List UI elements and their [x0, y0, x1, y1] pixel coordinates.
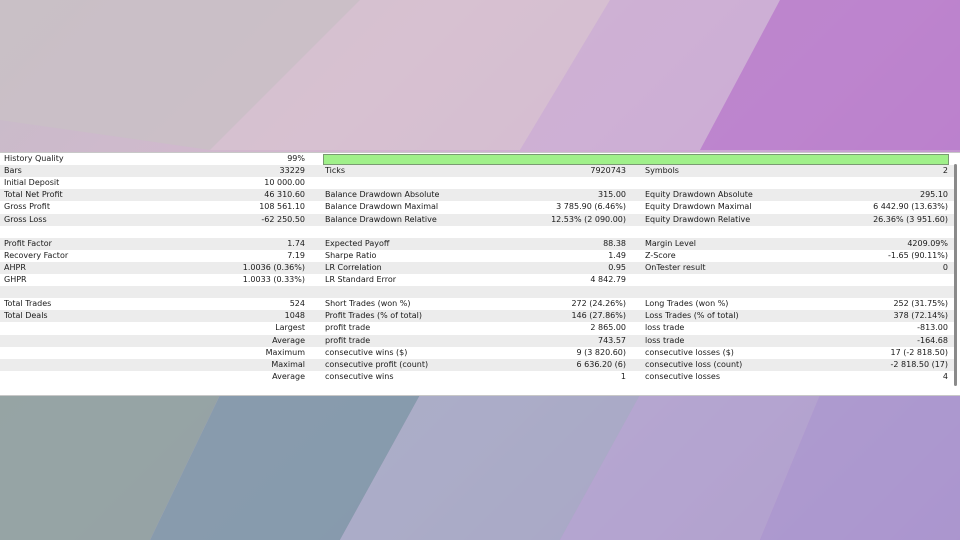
stat-value: 1 — [620, 371, 626, 381]
stat-value: 12.53% (2 090.00) — [551, 214, 626, 224]
report-row: GHPR 1.0033 (0.33%) LR Standard Error 4 842… — [0, 274, 954, 286]
report-row: Bars 33229 Ticks 7920743 Symbols 2 — [0, 165, 954, 178]
report-row: Maximal consecutive profit (count) 6 636.2… — [0, 358, 954, 371]
report-scrollbar[interactable] — [954, 164, 957, 386]
stat-value: 4 842.79 — [590, 275, 626, 284]
report-row: Recovery Factor 7.19 Sharpe Ratio 1.49 Z-Sco… — [0, 250, 954, 262]
stat-value: 2 — [942, 166, 948, 176]
report-row — [0, 286, 954, 299]
stat-value: 1.0033 (0.33%) — [242, 275, 305, 284]
stat-label: GHPR — [4, 275, 27, 284]
stat-label: Bars — [4, 166, 22, 176]
stat-value: 4 — [942, 371, 948, 381]
stat-label: Recovery Factor — [4, 250, 69, 260]
stat-value: -164.68 — [917, 335, 948, 345]
stat-value: 1.49 — [608, 250, 626, 260]
stat-value: 33229 — [279, 166, 305, 176]
report-row: Maximum consecutive wins ($) 9 (3 820.60) c… — [0, 347, 954, 359]
stat-label: Total Deals — [4, 311, 48, 321]
stat-value: 743.57 — [598, 335, 626, 345]
stat-value: Maximum — [265, 347, 305, 357]
stat-label: Profit Factor — [4, 238, 52, 248]
stat-value: 295.10 — [920, 190, 948, 200]
stat-value: 2 865.00 — [590, 323, 626, 333]
stat-value: -1.65 (90.11%) — [888, 250, 948, 260]
stat-value: 26.36% (3 951.60) — [873, 214, 948, 224]
stat-value: 315.00 — [598, 190, 626, 200]
strategy-tester-report: History Quality 99% Bars 33229 Ticks 7920743 S… — [0, 152, 960, 396]
stat-value: 6 442.90 (13.63%) — [873, 202, 948, 212]
report-row: Initial Deposit 10 000.00 — [0, 177, 954, 189]
stat-label: Gross Profit — [4, 202, 50, 212]
stat-value: 3 785.90 (6.46%) — [556, 202, 626, 212]
stat-value: 9 (3 820.60) — [576, 347, 627, 357]
report-row: AHPR 1.0036 (0.36%) LR Correlation 0.95 OnTe… — [0, 261, 954, 274]
stat-value: 524 — [289, 299, 305, 309]
stat-value: Maximal — [271, 359, 305, 369]
report-row: Average consecutive wins 1 consecutive loss… — [0, 371, 954, 383]
report-row: History Quality 99% — [0, 153, 954, 165]
stat-value: 99% — [287, 154, 305, 163]
stat-label: History Quality — [4, 154, 64, 163]
stat-value: -62 250.50 — [261, 214, 305, 224]
stat-value: 108 561.10 — [259, 202, 305, 212]
report-row — [0, 226, 954, 238]
report-row: Total Deals 1048 Profit Trades (% of total… — [0, 310, 954, 323]
stat-value: 252 (31.75%) — [893, 299, 948, 309]
stat-value: 88.38 — [603, 238, 626, 248]
report-row: Gross Loss -62 250.50 Balance Drawdown Rel… — [0, 213, 954, 226]
stat-value: 7.19 — [287, 250, 305, 260]
stat-value: -2 818.50 (17) — [890, 359, 948, 369]
stat-value: 17 (-2 818.50) — [890, 347, 948, 357]
stat-label: Initial Deposit — [4, 178, 60, 188]
stat-value: 0 — [942, 262, 948, 272]
report-row: Largest profit trade 2 865.00 loss trade -81… — [0, 322, 954, 334]
stat-value: 1048 — [284, 311, 305, 321]
stat-value: 378 (72.14%) — [893, 311, 948, 321]
stat-value: 272 (24.26%) — [571, 299, 626, 309]
stat-value: 7920743 — [590, 166, 626, 176]
stat-value: 0.95 — [608, 262, 626, 272]
report-row: Total Trades 524 Short Trades (won %) 272 (… — [0, 298, 954, 310]
stat-label: Total Net Profit — [4, 190, 63, 200]
stat-value: 146 (27.86%) — [571, 311, 626, 321]
stat-value: Largest — [275, 323, 305, 333]
stat-value: 1.0036 (0.36%) — [242, 262, 305, 272]
stat-value: -813.00 — [917, 323, 948, 333]
report-row: Gross Profit 108 561.10 Balance Drawdown M… — [0, 201, 954, 213]
stat-value: Average — [272, 335, 305, 345]
stat-value: 46 310.60 — [264, 190, 305, 200]
report-row: Average profit trade 743.57 loss trade -164.… — [0, 334, 954, 347]
stat-label: Total Trades — [4, 299, 52, 309]
stat-label: Gross Loss — [4, 214, 47, 224]
stat-label: AHPR — [4, 262, 26, 272]
stat-value: 10 000.00 — [264, 178, 305, 188]
stat-value: 1.74 — [287, 238, 305, 248]
stat-value: 6 636.20 (6) — [576, 359, 627, 369]
stat-value: Average — [272, 371, 305, 381]
report-row: Total Net Profit 46 310.60 Balance Drawdow… — [0, 189, 954, 202]
stat-value: 4209.09% — [907, 238, 948, 248]
report-row: Profit Factor 1.74 Expected Payoff 88.38 Mar… — [0, 237, 954, 250]
